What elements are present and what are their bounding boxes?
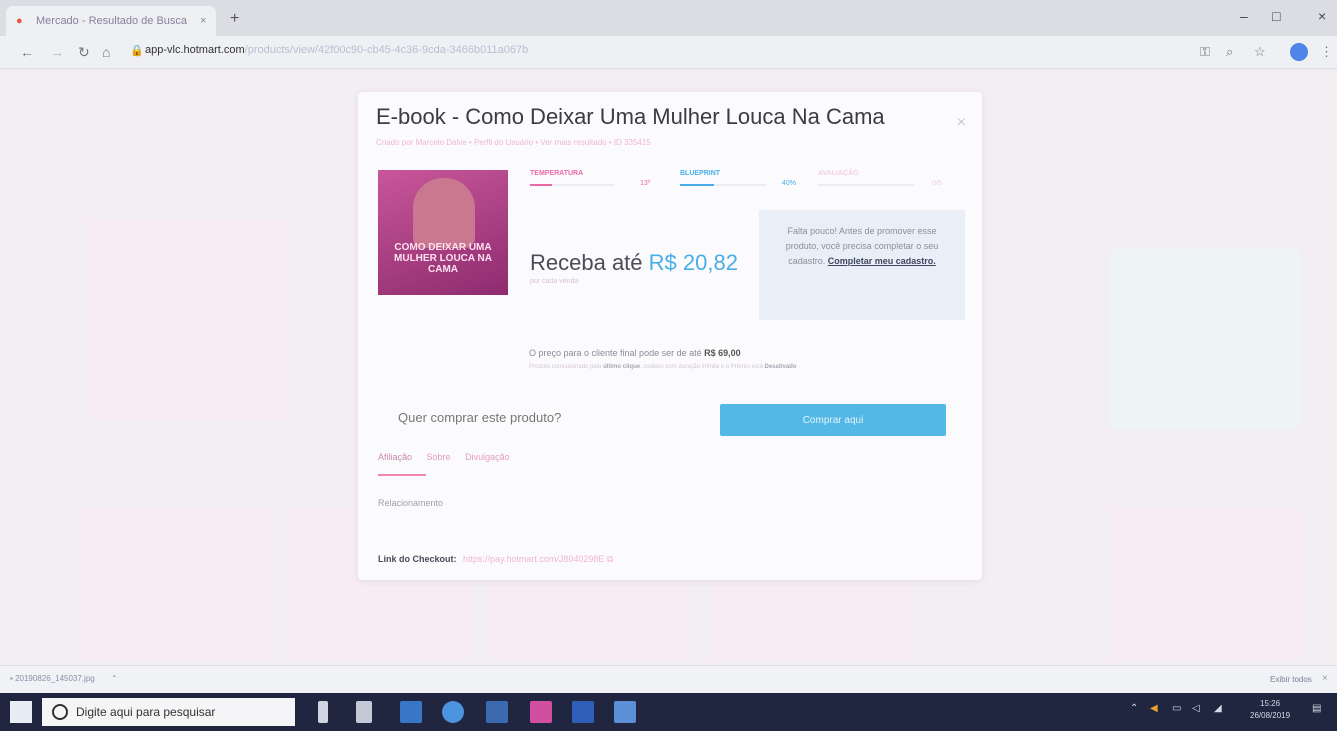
- word-icon[interactable]: [572, 701, 594, 723]
- metric-rating-value: 0/5: [932, 180, 942, 187]
- zoom-icon[interactable]: ⌕: [1226, 44, 1233, 60]
- home-icon[interactable]: ⌂: [102, 44, 110, 60]
- rules-prefix: Produto comissionado pelo: [529, 364, 602, 370]
- modal-close-icon[interactable]: ×: [957, 114, 966, 132]
- url-field[interactable]: app-vlc.hotmart.com/products/view/42f00c…: [145, 44, 528, 56]
- rules-middle: , cookies com duração infinita e o Prêmi…: [640, 364, 763, 370]
- photos-icon[interactable]: [486, 701, 508, 723]
- complete-profile-link[interactable]: Completar meu cadastro.: [828, 256, 936, 266]
- maximize-button[interactable]: □: [1272, 8, 1280, 24]
- tab-afiliacao[interactable]: Afiliação: [378, 452, 412, 462]
- metric-rating-bar: [818, 184, 914, 186]
- rules-last-click: último clique: [603, 364, 641, 370]
- copy-link-icon[interactable]: ⧉: [607, 554, 613, 564]
- window-close-button[interactable]: ×: [1318, 8, 1326, 24]
- complete-profile-notice: Falta pouco! Antes de promover esse prod…: [759, 210, 965, 320]
- cortana-icon: [52, 704, 68, 720]
- price-label: O preço para o cliente final pode ser de…: [529, 348, 702, 358]
- modal-tabs: Afiliação Sobre Divulgação: [378, 452, 522, 476]
- volume-icon[interactable]: ◁: [1192, 703, 1200, 714]
- download-item[interactable]: ▪ 20190826_145037.jpg ⌃: [10, 674, 118, 683]
- checkout-url-link[interactable]: https://pay.hotmart.com/J8040298E: [463, 554, 604, 564]
- windows-taskbar: Digite aqui para pesquisar ⌃ ◀ ▭ ◁ ◢ 15:…: [0, 693, 1337, 731]
- browser-tab[interactable]: ● Mercado - Resultado de Busca ×: [6, 6, 216, 36]
- tab-divulgacao[interactable]: Divulgação: [465, 452, 510, 462]
- address-bar-row: ← → ↻ ⌂ 🔒 app-vlc.hotmart.com/products/v…: [0, 36, 1337, 69]
- tray-app-icon[interactable]: ◀: [1150, 703, 1158, 714]
- url-domain: app-vlc.hotmart.com: [145, 44, 245, 56]
- price-value: R$ 69,00: [704, 348, 741, 358]
- metric-rating-label: AVALIAÇÃO: [818, 170, 859, 177]
- taskbar-search-box[interactable]: Digite aqui para pesquisar: [42, 698, 295, 726]
- checkout-link-row: Link do Checkout: https://pay.hotmart.co…: [378, 554, 613, 565]
- downloads-bar: ▪ 20190826_145037.jpg ⌃ Exibir todos ×: [0, 665, 1337, 694]
- commission-label: Receba até: [530, 250, 643, 275]
- notifications-icon[interactable]: ▤: [1312, 703, 1321, 714]
- browser-tab-strip: ● Mercado - Resultado de Busca × + – □ ×: [0, 0, 1337, 36]
- show-all-downloads-link[interactable]: Exibir todos: [1270, 675, 1312, 684]
- app-icon[interactable]: [530, 701, 552, 723]
- app-icon-2[interactable]: [614, 701, 636, 723]
- download-file-name: 20190826_145037.jpg: [15, 674, 95, 683]
- commission-rules-note: Produto comissionado pelo último clique,…: [529, 364, 797, 370]
- commission-amount: Receba até R$ 20,82: [530, 250, 738, 276]
- file-explorer-icon[interactable]: [400, 701, 422, 723]
- chevron-up-icon[interactable]: ⌃: [111, 674, 118, 683]
- product-cover-image: COMO DEIXAR UMA MULHER LOUCA NA CAMA: [378, 170, 508, 295]
- search-placeholder: Digite aqui para pesquisar: [76, 705, 216, 719]
- background-card: [80, 509, 270, 659]
- final-price-text: O preço para o cliente final pode ser de…: [529, 348, 741, 358]
- metric-temperature-bar: [530, 184, 614, 186]
- tray-chevron-icon[interactable]: ⌃: [1130, 703, 1138, 714]
- buy-question: Quer comprar este produto?: [398, 410, 562, 425]
- clock-time: 15:26: [1260, 699, 1281, 708]
- checkout-label: Link do Checkout:: [378, 554, 457, 564]
- cover-caption: COMO DEIXAR UMA MULHER LOUCA NA CAMA: [394, 242, 492, 275]
- background-card: [1110, 249, 1300, 429]
- section-relacionamento: Relacionamento: [378, 498, 444, 508]
- minimize-button[interactable]: –: [1240, 8, 1248, 24]
- lock-icon: 🔒: [130, 45, 144, 57]
- network-icon[interactable]: ◢: [1214, 703, 1222, 714]
- tab-close-icon[interactable]: ×: [200, 15, 216, 27]
- clock-date: 26/08/2019: [1250, 711, 1291, 720]
- metric-blueprint-label: BLUEPRINT: [680, 170, 721, 177]
- star-icon[interactable]: ☆: [1254, 44, 1266, 60]
- metric-blueprint-value: 40%: [782, 180, 797, 187]
- rules-status: Desativado: [764, 364, 797, 370]
- url-path: /products/view/42f00c90-cb45-4c36-9cda-3…: [244, 44, 529, 56]
- background-card: [1110, 509, 1300, 659]
- buy-here-button[interactable]: Comprar aqui: [720, 404, 946, 436]
- background-card: [90, 219, 290, 419]
- back-icon[interactable]: ←: [20, 44, 34, 60]
- reload-icon[interactable]: ↻: [78, 44, 90, 61]
- new-tab-button[interactable]: +: [230, 10, 239, 28]
- forward-icon[interactable]: →: [50, 44, 64, 60]
- menu-icon[interactable]: ⋮: [1320, 44, 1333, 60]
- microphone-icon[interactable]: [318, 701, 328, 723]
- cover-figure: [413, 178, 475, 248]
- commission-note: por cada venda: [530, 278, 579, 285]
- taskbar-clock[interactable]: 15:26 26/08/2019: [1250, 698, 1290, 722]
- product-title: E-book - Como Deixar Uma Mulher Louca Na…: [376, 104, 885, 129]
- metric-temperature-label: TEMPERATURA: [530, 170, 584, 177]
- commission-value: R$ 20,82: [648, 250, 738, 275]
- active-tab-indicator: [378, 474, 426, 476]
- task-view-icon[interactable]: [356, 701, 372, 723]
- tab-title: Mercado - Resultado de Busca: [36, 15, 188, 27]
- product-modal: E-book - Como Deixar Uma Mulher Louca Na…: [358, 92, 982, 580]
- metric-blueprint-bar: [680, 184, 766, 186]
- metric-temperature-value: 13º: [640, 180, 651, 187]
- hotmart-favicon-icon: ●: [16, 15, 23, 27]
- key-icon[interactable]: ⚿: [1200, 44, 1210, 60]
- windows-start-icon[interactable]: [10, 701, 32, 723]
- tab-sobre[interactable]: Sobre: [427, 452, 451, 462]
- profile-avatar[interactable]: [1290, 43, 1308, 61]
- chrome-icon[interactable]: [442, 701, 464, 723]
- image-file-icon: ▪: [10, 674, 13, 683]
- battery-icon[interactable]: ▭: [1172, 703, 1181, 714]
- product-meta-links[interactable]: Criado por Marcelo Dalve • Perfil do Usu…: [376, 138, 651, 147]
- downloads-close-icon[interactable]: ×: [1322, 673, 1328, 684]
